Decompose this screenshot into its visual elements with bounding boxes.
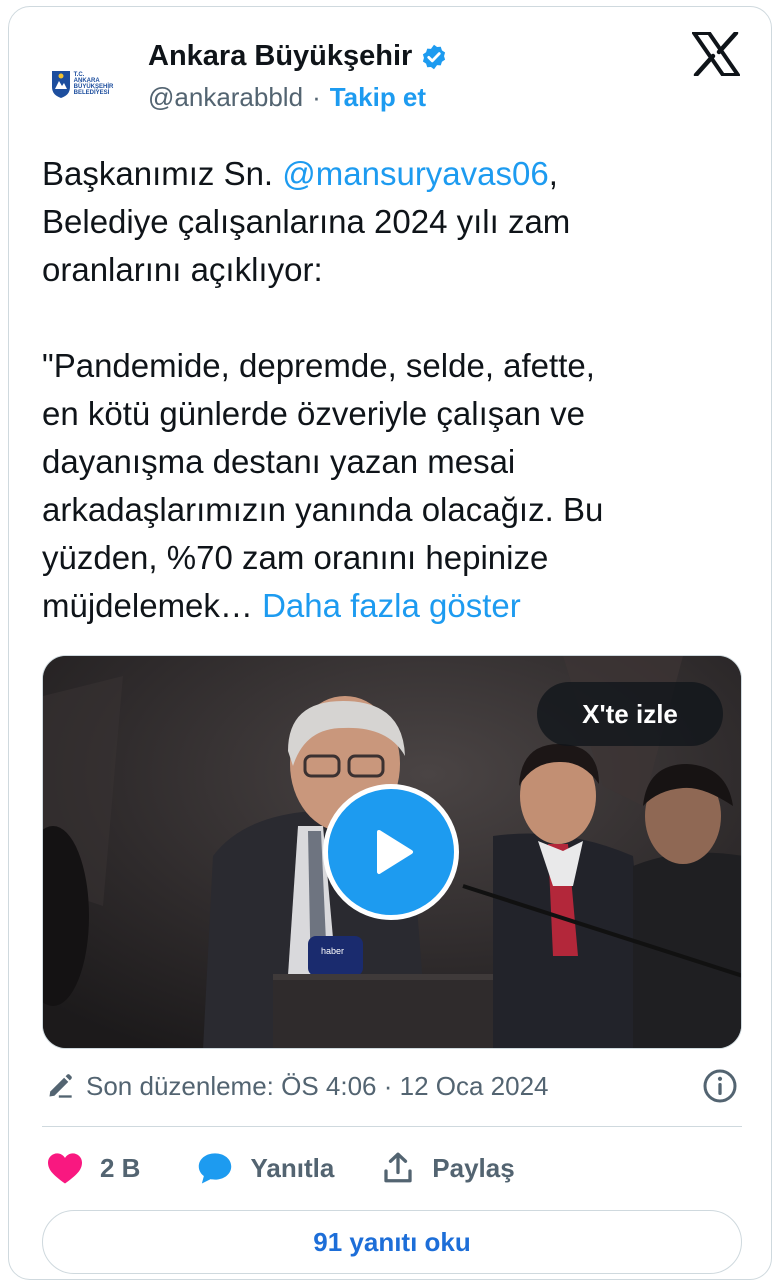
tweet-text-start: Başkanımız Sn.: [42, 155, 283, 192]
read-replies-button[interactable]: 91 yanıtı oku: [42, 1210, 742, 1274]
tweet-actions: 2 B Yanıtla Paylaş: [46, 1146, 515, 1190]
divider: [42, 1126, 742, 1127]
reply-label: Yanıtla: [250, 1152, 335, 1183]
account-name-row: Ankara Büyükşehir: [148, 40, 448, 73]
account-name[interactable]: Ankara Büyükşehir: [148, 40, 412, 73]
ankara-logo: T.C. ANKARA BÜYÜKŞEHİR BELEDİYESİ: [51, 69, 113, 99]
reply-button[interactable]: Yanıtla: [196, 1151, 334, 1185]
play-button[interactable]: [323, 784, 459, 920]
logo-text-4: BELEDİYESİ: [73, 90, 110, 96]
reply-bubble-icon: [199, 1153, 232, 1184]
watch-on-x-button[interactable]: X'te izle: [537, 682, 723, 746]
like-button[interactable]: 2 B: [46, 1151, 140, 1185]
tweet-text-body: , Belediye çalışanlarına 2024 yılı zam o…: [42, 155, 604, 624]
edited-meta-row: Son düzenleme: ÖS 4:06 · 12 Oca 2024: [46, 1066, 742, 1106]
separator-dot: ·: [312, 82, 321, 112]
x-logo-icon[interactable]: [692, 32, 740, 76]
pencil-edit-icon: [49, 1074, 72, 1098]
play-icon: [377, 830, 413, 874]
verified-badge-icon: [423, 44, 446, 69]
follow-button[interactable]: Takip et: [330, 82, 426, 113]
share-icon: [384, 1152, 412, 1183]
shield-logo-icon: [51, 71, 70, 98]
video-player[interactable]: haber X'te izle: [42, 655, 742, 1049]
edited-timestamp[interactable]: Son düzenleme: ÖS 4:06 · 12 Oca 2024: [86, 1071, 549, 1102]
show-more-link[interactable]: Daha fazla göster: [262, 587, 521, 624]
account-handle-row: @ankarabbld · Takip et: [148, 82, 426, 113]
mention-link[interactable]: @mansuryavas06: [282, 155, 548, 192]
heart-icon: [48, 1153, 82, 1184]
info-icon[interactable]: [702, 1068, 738, 1104]
tweet-text: Başkanımız Sn. @mansuryavas06, Belediye …: [42, 150, 742, 630]
like-count: 2 B: [100, 1152, 141, 1183]
mic-label: haber: [321, 946, 344, 956]
account-handle[interactable]: @ankarabbld: [148, 82, 303, 113]
account-avatar[interactable]: T.C. ANKARA BÜYÜKŞEHİR BELEDİYESİ: [42, 44, 122, 124]
share-label: Paylaş: [432, 1152, 515, 1183]
share-button[interactable]: Paylaş: [380, 1150, 515, 1186]
